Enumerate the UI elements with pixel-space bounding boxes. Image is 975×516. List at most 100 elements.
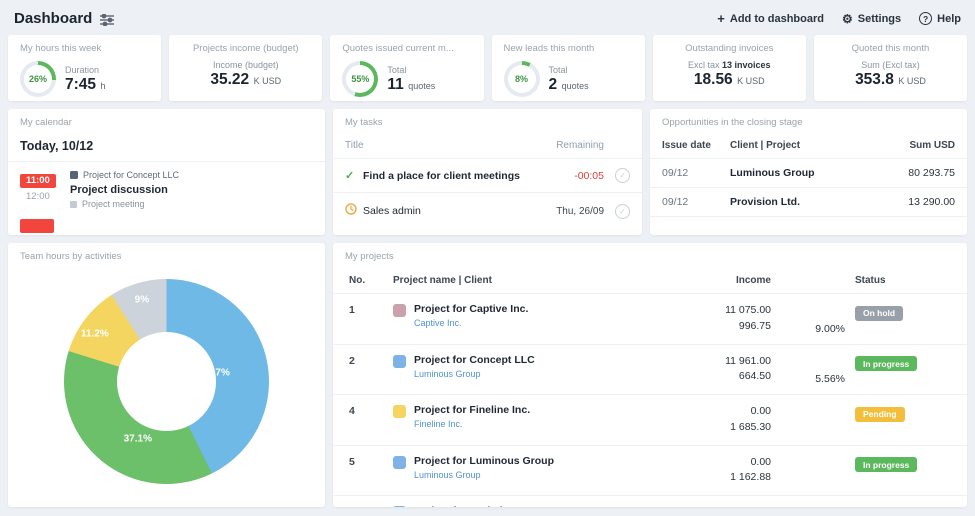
opportunity-row[interactable]: 09/12 Luminous Group 80 293.75: [650, 159, 967, 188]
calendar-event-partial: [20, 219, 325, 233]
topbar: Dashboard + Add to dashboard ⚙ Settings …: [0, 0, 975, 35]
opportunities-header: Issue date Client | Project Sum USD: [650, 133, 967, 159]
gear-icon: ⚙: [841, 11, 853, 26]
project-row[interactable]: 4 Project for Fineline Inc. Fineline Inc…: [333, 395, 967, 446]
event-project[interactable]: Project for Concept LLC: [83, 170, 179, 180]
middle-row: My calendar Today, 10/12 11:00 12:00 Pro…: [0, 109, 975, 235]
help-label: Help: [937, 12, 961, 25]
project-no: 4: [349, 405, 355, 417]
complete-task-button[interactable]: ✓: [615, 203, 630, 219]
project-no: 2: [349, 354, 355, 367]
event-end-time: 12:00: [26, 191, 50, 202]
opp-issue-date: 09/12: [662, 167, 689, 179]
tasks-header: Title Remaining: [333, 133, 642, 159]
panel-title: My tasks: [345, 117, 383, 128]
kpi-value: 35.22 K USD: [210, 71, 282, 88]
proj-col-no: No.: [349, 275, 366, 286]
proj-col-status: Status: [855, 275, 886, 286]
settings-button[interactable]: ⚙ Settings: [842, 13, 901, 25]
donut-chart[interactable]: 42.7% 37.1% 11.2% 9%: [64, 279, 269, 484]
task-remaining: -00:05: [574, 169, 604, 182]
kpi-label: Total: [387, 64, 407, 75]
donut-slice-label: 9%: [134, 294, 150, 305]
opp-client[interactable]: Luminous Group: [730, 167, 865, 179]
project-client-link[interactable]: Captive Inc.: [414, 318, 528, 328]
project-color-icon: [393, 455, 406, 469]
status-badge: In progress: [855, 457, 918, 472]
event-time-badge: 11:00: [20, 173, 56, 188]
kpi-value: 7:45 h: [65, 75, 106, 93]
opportunity-row[interactable]: 09/12 Provision Ltd. 13 290.00: [650, 188, 967, 217]
project-client-link[interactable]: Fineline Inc.: [414, 419, 530, 429]
task-row[interactable]: Sales admin Thu, 26/09 ✓: [333, 193, 642, 229]
task-name[interactable]: Find a place for client meetings: [363, 170, 534, 182]
status-badge: In progress: [855, 356, 918, 371]
add-to-dashboard-button[interactable]: + Add to dashboard: [717, 12, 824, 25]
add-to-dashboard-label: Add to dashboard: [729, 12, 824, 25]
project-row[interactable]: 2 Project for Concept LLC Luminous Group…: [333, 345, 967, 395]
project-name[interactable]: Project for Captive Inc.: [414, 303, 528, 315]
kpi-card-new-leads[interactable]: New leads this month 8% Total 2 quotes: [491, 35, 645, 101]
kpi-card-quoted-this-month[interactable]: Quoted this month Sum (Excl tax) 353.8 K…: [813, 35, 968, 101]
project-row[interactable]: 6 Project for Optimist Group Optimist Gr…: [333, 496, 967, 507]
opp-client[interactable]: Provision Ltd.: [730, 196, 865, 208]
opp-col-issue-date: Issue date: [662, 140, 711, 151]
help-button[interactable]: ? Help: [919, 12, 961, 25]
project-color-icon: [393, 354, 406, 368]
project-client-link[interactable]: Luminous Group: [414, 470, 554, 480]
kpi-title: Quoted this month: [851, 43, 930, 54]
opp-issue-date: 09/12: [662, 196, 689, 208]
project-name[interactable]: Project for Concept LLC: [414, 354, 535, 366]
filter-sliders-icon[interactable]: [100, 13, 115, 26]
panel-title: My projects: [345, 251, 394, 262]
progress-ring: 8%: [503, 61, 540, 97]
calendar-event[interactable]: 11:00 12:00 Project for Concept LLC Proj…: [8, 162, 325, 209]
progress-ring-label: 26%: [28, 74, 47, 84]
kpi-value: 2 quotes: [548, 75, 589, 93]
tasks-col-remaining: Remaining: [556, 140, 604, 151]
project-name[interactable]: Project for Luminous Group: [414, 455, 554, 467]
opp-sum: 80 293.75: [908, 167, 955, 179]
kpi-card-my-hours[interactable]: My hours this week 26% Duration 7:45 h: [8, 35, 162, 101]
task-name[interactable]: Sales admin: [363, 205, 534, 217]
projects-header: No. Project name | Client Income Status: [333, 267, 967, 294]
progress-ring-label: 8%: [515, 74, 529, 84]
opp-sum: 13 290.00: [908, 196, 955, 208]
progress-ring: 26%: [20, 61, 56, 97]
project-no: 1: [349, 304, 355, 316]
kpi-value: 11 quotes: [387, 75, 436, 93]
project-row[interactable]: 5 Project for Luminous Group Luminous Gr…: [333, 446, 967, 496]
kpi-card-outstanding-invoices[interactable]: Outstanding invoices Excl tax 13 invoice…: [652, 35, 806, 101]
panel-title: Team hours by activities: [20, 251, 122, 262]
kpi-title: Outstanding invoices: [685, 43, 774, 54]
complete-task-button[interactable]: ✓: [615, 168, 630, 183]
project-income: 11 961.00 664.50: [725, 354, 771, 383]
kpi-label: Total: [548, 64, 568, 75]
kpi-label: Income (budget): [212, 60, 279, 70]
donut-slice-label: 37.1%: [123, 433, 152, 445]
kpi-card-quotes-issued[interactable]: Quotes issued current m... 55% Total 11 …: [330, 35, 484, 101]
task-row[interactable]: ✓ Find a place for client meetings -00:0…: [333, 159, 642, 193]
project-name[interactable]: Project for Optimist Group: [414, 505, 546, 507]
project-percent: 9.00%: [815, 322, 845, 335]
bottom-row: Team hours by activities 42.7% 37.1% 11.…: [0, 243, 975, 507]
kpi-card-projects-income[interactable]: Projects income (budget) Income (budget)…: [169, 35, 323, 101]
project-income: 0.00 1 685.30: [730, 405, 771, 433]
kpi-title: My hours this week: [20, 43, 102, 54]
project-color-icon: [393, 304, 406, 317]
opportunities-panel: Opportunities in the closing stage Issue…: [650, 109, 967, 235]
project-client-link[interactable]: Luminous Group: [414, 369, 535, 379]
kpi-label: Sum (Excl tax): [861, 60, 920, 70]
team-hours-panel: Team hours by activities 42.7% 37.1% 11.…: [8, 243, 325, 507]
project-income: 0.00 1 162.88: [730, 455, 771, 484]
plus-icon: +: [717, 11, 725, 26]
progress-ring: 55%: [342, 61, 379, 97]
event-title[interactable]: Project discussion: [70, 184, 179, 196]
donut-slice-label: 42.7%: [201, 367, 230, 379]
event-time-badge: [20, 219, 54, 233]
status-badge: On hold: [855, 305, 904, 321]
project-name[interactable]: Project for Fineline Inc.: [414, 404, 530, 416]
my-projects-panel: My projects No. Project name | Client In…: [333, 243, 967, 507]
my-tasks-panel: My tasks Title Remaining ✓ Find a place …: [333, 109, 642, 235]
project-row[interactable]: 1 Project for Captive Inc. Captive Inc. …: [333, 294, 967, 345]
